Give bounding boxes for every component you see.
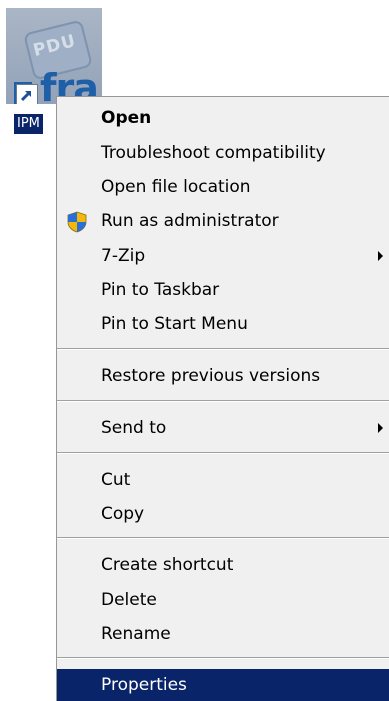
- submenu-arrow-icon: [378, 251, 383, 261]
- menu-item-label: 7-Zip: [101, 246, 146, 266]
- menu-item-label: Properties: [101, 675, 187, 695]
- menu-item-label: Pin to Start Menu: [101, 314, 248, 334]
- menu-item-7zip[interactable]: 7-Zip: [57, 240, 389, 272]
- menu-item-open-file-location[interactable]: Open file location: [57, 171, 389, 203]
- desktop-shortcut-icon[interactable]: PDU fra: [6, 8, 102, 104]
- menu-item-run-as-administrator[interactable]: Run as administrator: [57, 205, 389, 237]
- menu-item-open[interactable]: Open: [57, 102, 389, 134]
- menu-item-restore-previous-versions[interactable]: Restore previous versions: [57, 360, 389, 392]
- menu-separator: [57, 452, 389, 454]
- submenu-arrow-icon: [378, 423, 383, 433]
- menu-item-label: Run as administrator: [101, 211, 279, 231]
- context-menu: Open Troubleshoot compatibility Open fil…: [56, 96, 389, 701]
- menu-item-troubleshoot-compatibility[interactable]: Troubleshoot compatibility: [57, 137, 389, 169]
- menu-item-create-shortcut[interactable]: Create shortcut: [57, 549, 389, 581]
- shortcut-arrow-icon: [16, 84, 38, 104]
- menu-item-cut[interactable]: Cut: [57, 464, 389, 496]
- menu-separator: [57, 348, 389, 350]
- menu-separator: [57, 400, 389, 402]
- menu-item-label: Restore previous versions: [101, 366, 321, 386]
- menu-item-label: Send to: [101, 418, 167, 438]
- menu-item-rename[interactable]: Rename: [57, 618, 389, 650]
- desktop-icon-label[interactable]: IPM: [14, 114, 43, 134]
- menu-item-properties[interactable]: Properties: [57, 669, 389, 701]
- menu-item-label: Delete: [101, 590, 157, 610]
- menu-item-label: Pin to Taskbar: [101, 280, 220, 300]
- menu-item-label: Troubleshoot compatibility: [101, 143, 326, 163]
- menu-item-delete[interactable]: Delete: [57, 584, 389, 616]
- menu-item-pin-to-start-menu[interactable]: Pin to Start Menu: [57, 308, 389, 340]
- menu-item-label: Copy: [101, 504, 145, 524]
- menu-item-label: Cut: [101, 470, 131, 490]
- menu-item-label: Open: [101, 108, 152, 128]
- menu-item-send-to[interactable]: Send to: [57, 412, 389, 444]
- menu-separator: [57, 537, 389, 539]
- menu-separator: [57, 657, 389, 659]
- menu-item-copy[interactable]: Copy: [57, 498, 389, 530]
- menu-item-pin-to-taskbar[interactable]: Pin to Taskbar: [57, 274, 389, 306]
- menu-item-label: Open file location: [101, 177, 251, 197]
- menu-item-label: Rename: [101, 624, 171, 644]
- uac-shield-icon: [66, 211, 88, 233]
- menu-item-label: Create shortcut: [101, 555, 234, 575]
